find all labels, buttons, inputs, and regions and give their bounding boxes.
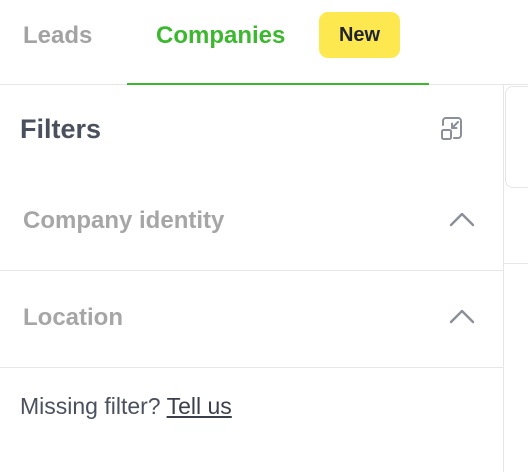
- collapse-panel-button[interactable]: [437, 114, 467, 144]
- chevron-up-icon: [449, 309, 475, 324]
- tab-bar: Leads Companies New: [0, 0, 528, 85]
- chevron-up-icon: [449, 212, 475, 227]
- tell-us-link[interactable]: Tell us: [167, 393, 232, 419]
- tab-companies-label: Companies: [156, 22, 286, 49]
- side-card: [505, 86, 528, 188]
- missing-filter-text: Missing filter?: [20, 393, 161, 419]
- divider: [504, 263, 528, 264]
- section-label: Location: [23, 304, 123, 331]
- filter-section-location[interactable]: Location: [0, 271, 503, 368]
- tab-leads[interactable]: Leads: [0, 0, 126, 84]
- collapse-arrows-icon: [441, 117, 462, 140]
- section-label: Company identity: [23, 207, 225, 234]
- filter-section-company-identity[interactable]: Company identity: [0, 174, 503, 271]
- tab-companies[interactable]: Companies New: [127, 0, 429, 85]
- page: Leads Companies New Filters Company iden…: [0, 0, 528, 472]
- missing-filter-note: Missing filter? Tell us: [20, 391, 232, 421]
- tab-leads-label: Leads: [23, 22, 93, 49]
- filters-title: Filters: [20, 114, 102, 144]
- filters-panel: Filters Company identity Location Missin…: [0, 85, 504, 472]
- new-badge: New: [319, 12, 400, 58]
